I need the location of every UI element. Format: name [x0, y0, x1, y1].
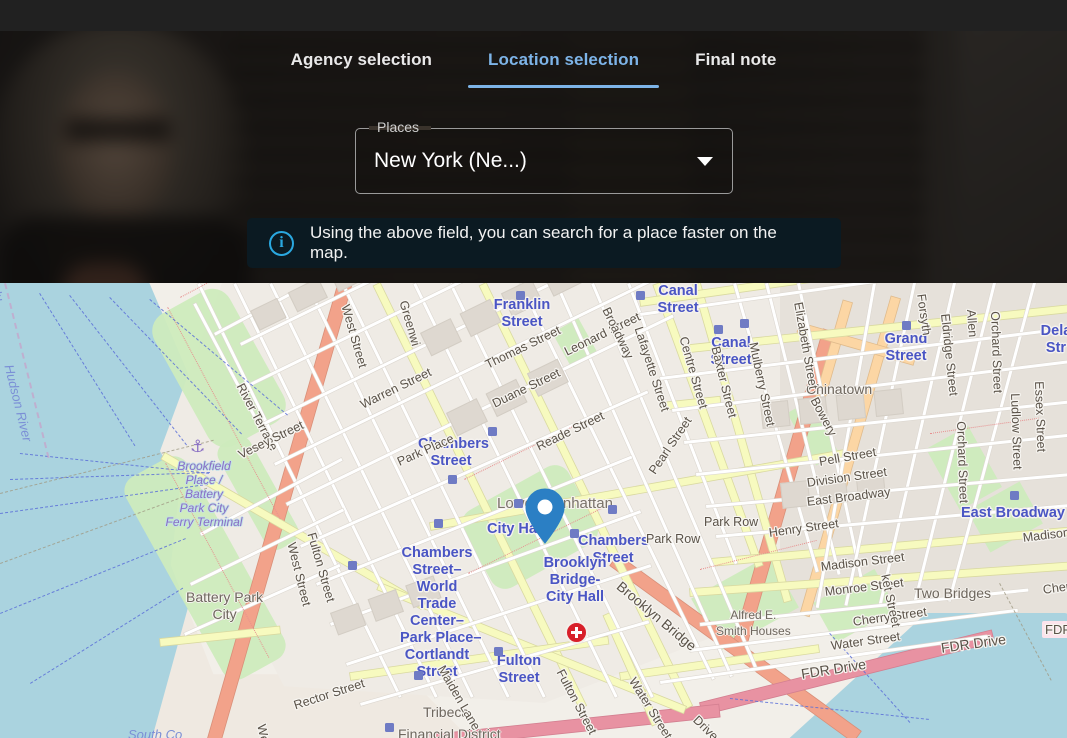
selected-location-pin[interactable]: [524, 488, 566, 544]
transit-station-marker: [348, 561, 357, 570]
hospital-poi-marker[interactable]: [565, 621, 588, 644]
info-circle-icon: i: [269, 230, 294, 256]
transit-station-marker: [516, 291, 525, 300]
tab-label: Location selection: [488, 49, 640, 69]
transit-station-marker: [1010, 491, 1019, 500]
tab-label: Final note: [695, 49, 777, 69]
tab-final-note[interactable]: Final note: [667, 31, 804, 88]
transit-station-marker: [494, 647, 503, 656]
transit-station-marker: [488, 427, 497, 436]
transit-station-marker: [570, 529, 579, 538]
info-hint-banner: i Using the above field, you can search …: [247, 218, 841, 268]
tab-location-selection[interactable]: Location selection: [460, 31, 667, 88]
transit-station-marker: [608, 505, 617, 514]
transit-station-marker: [740, 319, 749, 328]
transit-station-marker: [414, 671, 423, 680]
transit-station-marker: [514, 499, 523, 508]
wizard-tab-bar: Agency selection Location selection Fina…: [0, 31, 1067, 88]
chevron-down-icon[interactable]: [697, 128, 713, 194]
tab-label: Agency selection: [290, 49, 433, 69]
transit-station-marker: [448, 475, 457, 484]
anchor-icon: ⚓: [190, 437, 206, 456]
window-top-bar: [0, 0, 1067, 31]
transit-station-marker: [636, 291, 645, 300]
tab-agency-selection[interactable]: Agency selection: [263, 31, 460, 88]
transit-station-marker: [385, 723, 394, 732]
osm-map-canvas[interactable]: ⚓ Hu Hudson River Brookfield Place / Batte…: [0, 283, 1067, 738]
street-label-west-street-s2: West Street: [254, 723, 281, 738]
location-selection-screen: Agency selection Location selection Fina…: [0, 0, 1067, 738]
map-tile-layer: ⚓ Hu Hudson River Brookfield Place / Batte…: [0, 283, 1067, 738]
places-select-value: New York (Ne...): [374, 149, 527, 172]
transit-station-marker: [714, 325, 723, 334]
transit-station-marker: [902, 321, 911, 330]
places-select-field[interactable]: Places New York (Ne...): [355, 119, 733, 194]
transit-station-marker: [434, 519, 443, 528]
info-hint-text: Using the above field, you can search fo…: [310, 223, 777, 262]
